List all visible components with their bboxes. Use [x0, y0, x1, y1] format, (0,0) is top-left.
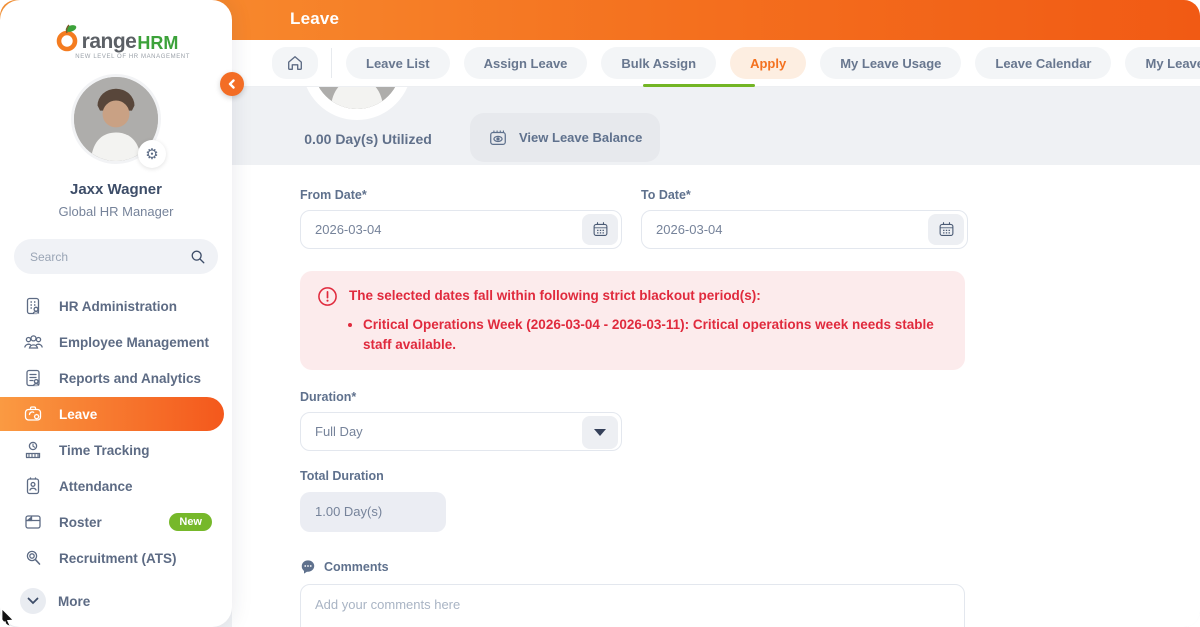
active-tab-indicator: [643, 84, 755, 87]
tab-apply[interactable]: Apply: [730, 47, 806, 79]
duration-dropdown-button[interactable]: [582, 416, 618, 449]
logo-text-hrm: HRM: [137, 34, 178, 52]
profile-settings-button[interactable]: ⚙: [138, 140, 166, 168]
to-date-calendar-button[interactable]: [928, 214, 964, 245]
search-input[interactable]: [30, 250, 190, 264]
duration-label: Duration*: [300, 390, 1200, 404]
days-utilized-text: 0.00 Day(s) Utilized: [262, 131, 474, 147]
duration-selectbox: [300, 412, 622, 451]
tab-my-leave[interactable]: My Leave: [1125, 47, 1200, 79]
gear-icon: ⚙: [145, 145, 158, 163]
from-date-label: From Date*: [300, 188, 622, 202]
to-date-input[interactable]: [642, 222, 967, 237]
tab-my-leave-usage[interactable]: My Leave Usage: [820, 47, 961, 79]
comment-icon: [300, 559, 316, 575]
sidebar-item-label: More: [58, 594, 90, 609]
logo-text-range: range: [82, 31, 137, 52]
main-content: 0.00 Day(s) Utilized View Leave Balance …: [232, 87, 1200, 627]
from-date-calendar-button[interactable]: [582, 214, 618, 245]
people-icon: [22, 332, 44, 352]
sidebar-item-label: Time Tracking: [59, 443, 150, 458]
sidebar-collapse-button[interactable]: [220, 72, 244, 96]
page-title: Leave: [290, 9, 339, 29]
orangehrm-logo: range HRM: [0, 0, 232, 52]
sidebar-item-label: Roster: [59, 515, 102, 530]
employee-photo: [313, 87, 401, 109]
user-avatar[interactable]: ⚙: [71, 74, 161, 164]
blackout-error-message: The selected dates fall within following…: [300, 271, 965, 370]
comments-label: Comments: [324, 560, 389, 574]
view-leave-balance-button[interactable]: View Leave Balance: [470, 113, 660, 162]
tab-assign-leave[interactable]: Assign Leave: [464, 47, 588, 79]
report-icon: [22, 368, 44, 388]
sidebar-item-label: Recruitment (ATS): [59, 551, 177, 566]
leave-icon: [22, 404, 44, 424]
tab-leave-list[interactable]: Leave List: [346, 47, 450, 79]
sidebar-menu: HR Administration Employee Management Re…: [0, 288, 232, 619]
calendar-icon: [938, 221, 955, 238]
home-icon: [286, 54, 304, 72]
search-icon[interactable]: [190, 249, 206, 265]
sidebar-item-more[interactable]: More: [0, 583, 232, 619]
home-button[interactable]: [272, 47, 318, 79]
chevron-down-icon: [20, 588, 46, 614]
sidebar-item-label: Attendance: [59, 479, 133, 494]
sidebar-item-recruitment[interactable]: Recruitment (ATS): [0, 540, 232, 576]
sidebar-item-roster[interactable]: Roster New: [0, 504, 232, 540]
tab-leave-calendar[interactable]: Leave Calendar: [975, 47, 1111, 79]
sidebar-item-label: Leave: [59, 407, 97, 422]
apply-leave-form: From Date* To Date*: [232, 165, 1200, 627]
org-icon: [22, 296, 44, 316]
sidebar: range HRM NEW LEVEL OF HR MANAGEMENT ⚙ J…: [0, 0, 232, 627]
sidebar-item-leave[interactable]: Leave: [0, 397, 224, 431]
sidebar-item-attendance[interactable]: Attendance: [0, 468, 232, 504]
alert-icon: [317, 286, 338, 307]
total-duration-label: Total Duration: [300, 469, 1200, 483]
sidebar-item-time-tracking[interactable]: Time Tracking: [0, 432, 232, 468]
from-date-inputbox: [300, 210, 622, 249]
user-name: Jaxx Wagner: [0, 181, 232, 198]
tab-bulk-assign[interactable]: Bulk Assign: [601, 47, 716, 79]
sidebar-item-hr-administration[interactable]: HR Administration: [0, 288, 232, 324]
new-badge: New: [169, 513, 212, 531]
comments-textarea[interactable]: [301, 585, 964, 627]
total-duration-value: 1.00 Day(s): [300, 492, 446, 532]
logo-tagline: NEW LEVEL OF HR MANAGEMENT: [0, 54, 232, 60]
error-title: The selected dates fall within following…: [349, 286, 761, 303]
app-window: Leave Leave List Assign Leave Bulk Assig…: [0, 0, 1200, 627]
sidebar-item-label: Employee Management: [59, 335, 209, 350]
dropdown-arrow-icon: [594, 429, 606, 436]
calendar-eye-icon: [488, 128, 508, 148]
orange-fruit-icon: [54, 22, 81, 52]
mouse-cursor: [0, 609, 16, 627]
chevron-left-icon: [227, 79, 237, 89]
user-role: Global HR Manager: [0, 204, 232, 219]
sidebar-search: [14, 239, 218, 274]
view-leave-balance-label: View Leave Balance: [519, 130, 642, 145]
time-icon: [22, 440, 44, 460]
leave-nav-bar: Leave List Assign Leave Bulk Assign Appl…: [232, 40, 1200, 87]
leave-balance-avatar-ring: [302, 87, 412, 120]
recruitment-icon: [22, 548, 44, 568]
error-list: Critical Operations Week (2026-03-04 - 2…: [317, 315, 947, 356]
comments-box: [300, 584, 965, 627]
error-item: Critical Operations Week (2026-03-04 - 2…: [363, 315, 938, 356]
attendance-icon: [22, 476, 44, 496]
sidebar-item-employee-management[interactable]: Employee Management: [0, 324, 232, 360]
from-date-input[interactable]: [301, 222, 621, 237]
nav-divider: [331, 48, 332, 78]
sidebar-item-reports-analytics[interactable]: Reports and Analytics: [0, 360, 232, 396]
roster-icon: [22, 512, 44, 532]
duration-select[interactable]: [301, 424, 621, 439]
to-date-label: To Date*: [641, 188, 968, 202]
calendar-icon: [592, 221, 609, 238]
sidebar-item-label: Reports and Analytics: [59, 371, 201, 386]
sidebar-item-label: HR Administration: [59, 299, 177, 314]
to-date-inputbox: [641, 210, 968, 249]
